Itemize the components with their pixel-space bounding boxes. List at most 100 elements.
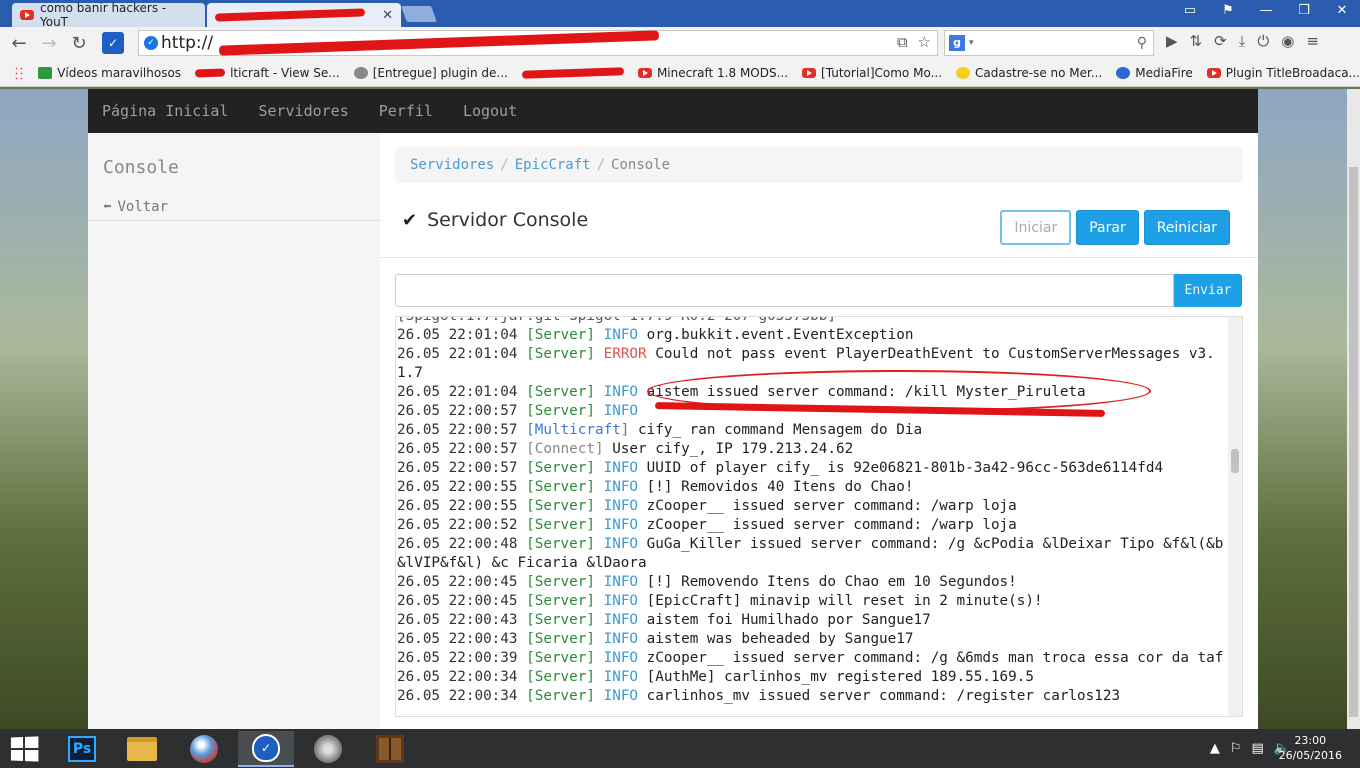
nav-logout[interactable]: Logout bbox=[463, 102, 517, 120]
browser-toolbar: ← → ↻ ✓ ✓ http:// ⧉ ☆ g ▾ ⚲ ▶ ⇅ ⟳ ⤓ ⏻ ◉ … bbox=[0, 27, 1360, 59]
download-icon[interactable]: ⤓ bbox=[1239, 32, 1246, 50]
reload-icon[interactable]: ↻ bbox=[64, 33, 94, 54]
log-level: INFO bbox=[603, 650, 639, 666]
network-icon[interactable]: ▤ bbox=[1252, 741, 1264, 756]
clock-time: 23:00 bbox=[1294, 734, 1327, 747]
log-timestamp: 26.05 22:00:48 bbox=[397, 536, 518, 552]
page-scroll-thumb[interactable] bbox=[1349, 167, 1358, 717]
flag-icon[interactable]: ⚐ bbox=[1230, 741, 1242, 756]
extension-icon[interactable]: ⇅ bbox=[1190, 32, 1203, 50]
youtube-icon bbox=[20, 10, 34, 20]
start-button[interactable] bbox=[10, 736, 39, 762]
taskbar-audio[interactable] bbox=[300, 731, 356, 767]
translate-icon[interactable]: ⧉ bbox=[897, 33, 908, 51]
bookmark-item[interactable]: Vídeos maravilhosos bbox=[38, 66, 181, 80]
search-icon[interactable]: ⚲ bbox=[1137, 35, 1147, 51]
taskbar-minecraft[interactable] bbox=[362, 731, 418, 767]
console-line: 26.05 22:00:34 [Server] INFO carlinhos_m… bbox=[397, 687, 1227, 706]
log-level: INFO bbox=[603, 669, 639, 685]
arrow-left-icon: ⬅ bbox=[103, 199, 112, 215]
bookmark-item[interactable]: Minecraft 1.8 MODS... bbox=[637, 66, 788, 80]
log-source: [Server] bbox=[526, 403, 595, 419]
taskbar-security[interactable]: ✓ bbox=[238, 731, 294, 767]
taskbar-explorer[interactable] bbox=[114, 731, 170, 767]
cast-icon[interactable]: ▶ bbox=[1166, 32, 1178, 50]
log-message: carlinhos_mv issued server command: /reg… bbox=[646, 688, 1121, 704]
log-source: [Server] bbox=[526, 612, 595, 628]
console-scroll-thumb[interactable] bbox=[1231, 449, 1239, 473]
close-window-button[interactable]: ✕ bbox=[1332, 3, 1352, 18]
power-icon[interactable]: ⏻ bbox=[1257, 32, 1269, 50]
page-scrollbar[interactable] bbox=[1347, 89, 1360, 729]
tab-active[interactable]: ✕ bbox=[207, 3, 401, 27]
log-timestamp: 26.05 22:00:34 bbox=[397, 669, 518, 685]
back-link[interactable]: ⬅ Voltar bbox=[103, 199, 168, 215]
nav-servers[interactable]: Servidores bbox=[258, 102, 348, 120]
chevron-up-icon[interactable]: ▲ bbox=[1210, 741, 1220, 756]
breadcrumb-server[interactable]: EpicCraft bbox=[515, 157, 591, 173]
checkmark-icon: ✔ bbox=[402, 209, 418, 231]
bookmark-item[interactable]: lticraft - View Se... bbox=[194, 66, 340, 80]
menu-icon[interactable]: ▭ bbox=[1180, 3, 1200, 18]
hamburger-menu-icon[interactable]: ≡ bbox=[1306, 32, 1319, 50]
stop-button[interactable]: Parar bbox=[1076, 210, 1139, 245]
taskbar-browser[interactable] bbox=[176, 731, 232, 767]
console-line: 26.05 22:00:45 [Server] INFO [EpicCraft]… bbox=[397, 592, 1227, 611]
page-tool-icon[interactable]: ⟳ bbox=[1214, 32, 1227, 50]
bookmark-item[interactable]: Plugin TitleBroadaca... bbox=[1206, 66, 1360, 80]
log-timestamp: 26.05 22:00:45 bbox=[397, 574, 518, 590]
command-input[interactable] bbox=[395, 274, 1174, 307]
url-text: http:// bbox=[161, 33, 214, 53]
log-timestamp: 26.05 22:00:57 bbox=[397, 422, 518, 438]
bookmark-item[interactable]: [Tutorial]Como Mo... bbox=[802, 66, 942, 80]
bookmark-item[interactable]: [Entregue] plugin de... bbox=[353, 66, 508, 80]
log-level: INFO bbox=[603, 327, 639, 343]
tab-title: como banir hackers - YouT bbox=[40, 1, 167, 29]
forward-icon[interactable]: → bbox=[34, 33, 64, 54]
person-icon[interactable]: ⚑ bbox=[1218, 3, 1238, 18]
close-tab-icon[interactable]: ✕ bbox=[382, 8, 393, 23]
bookmarks-bar: Vídeos maravilhosos lticraft - View Se..… bbox=[0, 59, 1360, 87]
browser-tab-strip: como banir hackers - YouT ✕ ▭ ⚑ — ❐ ✕ bbox=[0, 0, 1360, 29]
bookmark-icon bbox=[353, 66, 368, 79]
log-level: INFO bbox=[603, 612, 639, 628]
panel-title: Servidor Console bbox=[427, 209, 589, 231]
breadcrumb-servers[interactable]: Servidores bbox=[410, 157, 494, 173]
new-tab-button[interactable] bbox=[401, 6, 437, 22]
restart-button[interactable]: Reiniciar bbox=[1143, 210, 1230, 245]
badge-icon[interactable]: ◉ bbox=[1281, 32, 1294, 50]
bookmark-item[interactable]: MediaFire bbox=[1116, 66, 1193, 80]
console-line: 26.05 22:00:52 [Server] INFO zCooper__ i… bbox=[397, 516, 1227, 535]
clock[interactable]: 23:00 26/05/2016 bbox=[1279, 733, 1342, 763]
log-level: INFO bbox=[603, 498, 639, 514]
search-box[interactable]: g ▾ ⚲ bbox=[944, 30, 1154, 56]
tab-youtube[interactable]: como banir hackers - YouT bbox=[12, 1, 205, 29]
console-line: 26.05 22:01:04 [Server] INFO aistem issu… bbox=[397, 383, 1227, 402]
restore-button[interactable]: ❐ bbox=[1294, 3, 1314, 18]
console-line: 26.05 22:00:34 [Server] INFO [AuthMe] ca… bbox=[397, 668, 1227, 687]
minimize-button[interactable]: — bbox=[1256, 3, 1276, 18]
redacted-bookmark bbox=[521, 66, 625, 79]
nav-profile[interactable]: Perfil bbox=[379, 102, 433, 120]
log-source: [Server] bbox=[526, 479, 595, 495]
omnibox-icons: ⧉ ☆ bbox=[897, 33, 931, 51]
console-log[interactable]: [Spigot:1.7.jar:git-Spigot-1.7.9-R0.2-20… bbox=[395, 316, 1243, 717]
back-icon[interactable]: ← bbox=[4, 33, 34, 54]
chevron-down-icon[interactable]: ▾ bbox=[969, 38, 974, 48]
send-button[interactable]: Enviar bbox=[1174, 274, 1242, 307]
star-icon[interactable]: ☆ bbox=[918, 33, 931, 51]
bookmark-item[interactable]: Cadastre-se no Mer... bbox=[956, 66, 1102, 80]
console-scrollbar[interactable] bbox=[1228, 317, 1242, 716]
shield-icon[interactable]: ✓ bbox=[102, 32, 124, 54]
console-line: 26.05 22:00:57 [Server] INFO UUID of pla… bbox=[397, 459, 1227, 478]
taskbar-photoshop[interactable]: Ps bbox=[54, 731, 110, 767]
apps-icon[interactable] bbox=[14, 65, 25, 80]
address-bar[interactable]: ✓ http:// ⧉ ☆ bbox=[138, 30, 938, 56]
bookmark-icon bbox=[956, 66, 971, 79]
console-line: 26.05 22:00:48 [Server] INFO GuGa_Killer… bbox=[397, 535, 1227, 573]
nav-home[interactable]: Página Inicial bbox=[102, 102, 228, 120]
log-timestamp: 26.05 22:00:57 bbox=[397, 441, 518, 457]
log-message: UUID of player cify_ is 92e06821-801b-3a… bbox=[646, 460, 1164, 476]
log-level: INFO bbox=[603, 384, 639, 400]
start-button[interactable]: Iniciar bbox=[1000, 210, 1072, 245]
